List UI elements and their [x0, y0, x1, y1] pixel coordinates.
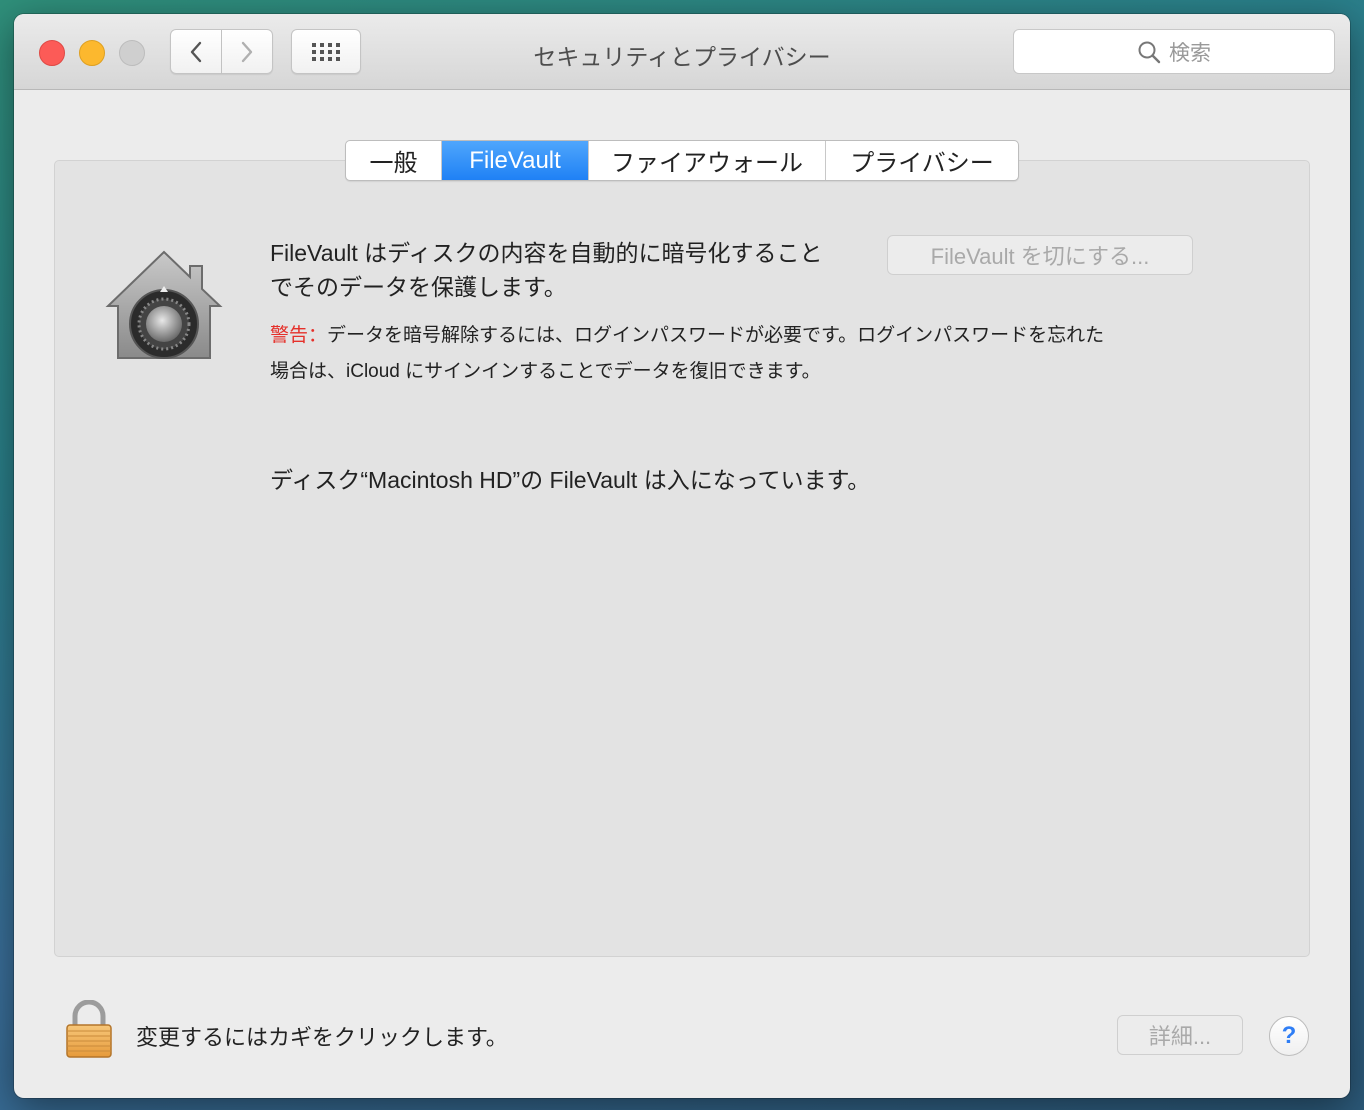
help-button[interactable]: ? [1269, 1016, 1309, 1056]
description-line: FileVault はディスクの内容を自動的に暗号化すること [270, 240, 823, 266]
tab-bar: 一般 FileVault ファイアウォール プライバシー [345, 140, 1019, 181]
warning-line: データを暗号解除するには、ログインパスワードが必要です。ログインパスワードを忘れ… [327, 325, 1105, 346]
search-field[interactable]: 検索 [1013, 29, 1335, 74]
tab-filevault[interactable]: FileVault [442, 141, 589, 180]
filevault-description: FileVault はディスクの内容を自動的に暗号化すること でそのデータを保護… [270, 236, 870, 304]
description-line: でそのデータを保護します。 [270, 274, 567, 300]
warning-text: 警告：データを暗号解除するには、ログインパスワードが必要です。ログインパスワード… [270, 318, 1190, 390]
tab-privacy[interactable]: プライバシー [826, 141, 1018, 180]
preferences-window: セキュリティとプライバシー 検索 一般 FileVault ファイアウォール プ… [14, 14, 1350, 1098]
turn-off-filevault-button[interactable]: FileVault を切にする... [887, 235, 1193, 275]
lock-instruction: 変更するにはカギをクリックします。 [136, 1025, 508, 1050]
search-placeholder: 検索 [1169, 41, 1211, 65]
filevault-house-icon [105, 250, 223, 359]
search-icon [1138, 41, 1161, 63]
warning-line: 場合は、iCloud にサインインすることでデータを復旧できます。 [270, 361, 821, 382]
padlock-icon[interactable] [64, 1000, 114, 1060]
tab-firewall[interactable]: ファイアウォール [589, 141, 826, 180]
filevault-status: ディスク“Macintosh HD”の FileVault は入になっています。 [270, 467, 871, 493]
warning-label: 警告： [270, 325, 328, 346]
advanced-button[interactable]: 詳細... [1117, 1015, 1243, 1055]
tab-general[interactable]: 一般 [346, 141, 442, 180]
titlebar: セキュリティとプライバシー 検索 [14, 14, 1350, 90]
